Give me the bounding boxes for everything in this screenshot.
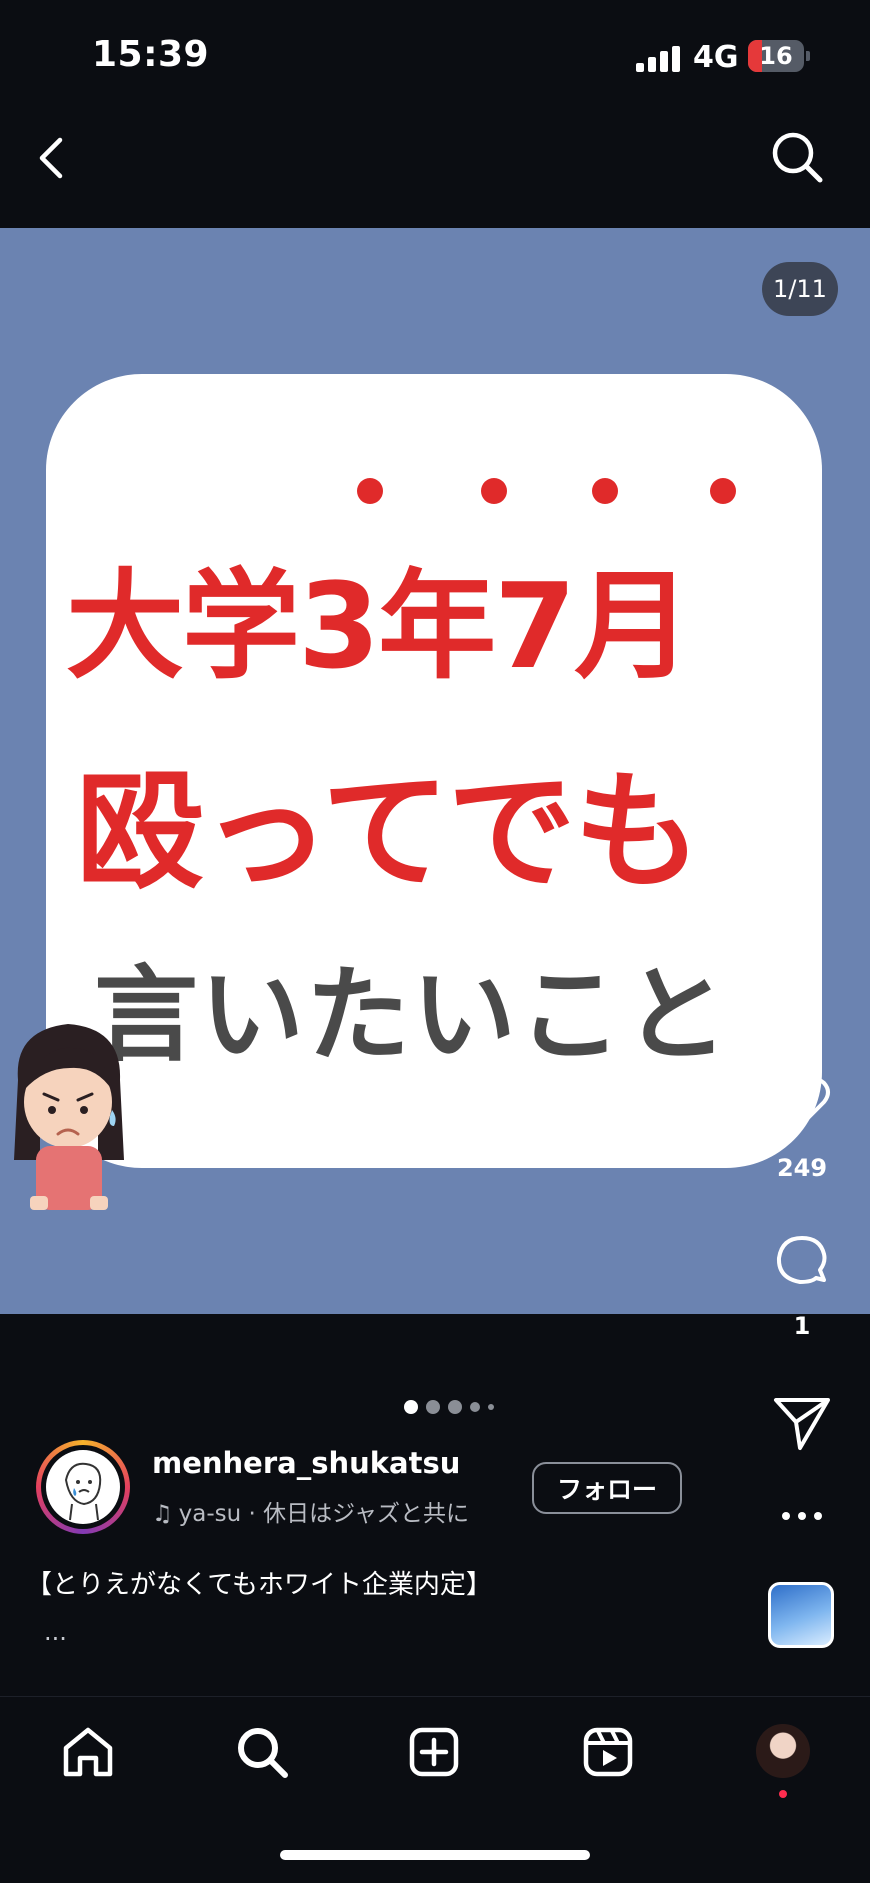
like-count: 249	[776, 1154, 828, 1182]
slide-headline-3: 言いたいこと	[94, 954, 731, 1076]
emphasis-dot	[481, 478, 507, 504]
carousel-dot	[488, 1404, 494, 1410]
heart-icon	[774, 1077, 830, 1126]
comment-icon	[776, 1236, 827, 1284]
face-sketch-icon	[64, 1462, 102, 1521]
search-button[interactable]	[768, 128, 828, 188]
search-icon	[238, 1728, 288, 1778]
carousel-dot	[426, 1400, 440, 1414]
slide-headline-1: 大学3年7月	[66, 557, 692, 695]
home-indicator	[280, 1850, 590, 1860]
caption-more[interactable]: ...	[44, 1618, 67, 1646]
carousel-dot	[448, 1400, 462, 1414]
carousel-dot	[470, 1402, 480, 1412]
share-button[interactable]	[770, 1390, 834, 1454]
battery-level: 16	[759, 42, 793, 70]
reels-icon	[583, 1727, 633, 1777]
like-button[interactable]	[770, 1070, 834, 1134]
nav-profile-avatar[interactable]	[756, 1724, 810, 1778]
network-type: 4G	[693, 40, 739, 75]
author-username[interactable]: menhera_shukatsu	[152, 1446, 460, 1480]
worried-girl-illustration	[14, 1024, 124, 1210]
carousel-dot-active	[404, 1400, 418, 1414]
home-icon	[63, 1727, 113, 1777]
comment-button[interactable]	[770, 1230, 834, 1294]
nav-create[interactable]	[404, 1722, 464, 1782]
back-button[interactable]	[30, 130, 78, 186]
battery-icon: 16	[748, 40, 804, 72]
nav-home[interactable]	[58, 1722, 118, 1782]
music-note-icon: ♫	[152, 1501, 173, 1527]
music-info[interactable]: ♫ ya-su · 休日はジャズと共に	[152, 1494, 469, 1528]
create-icon	[409, 1727, 459, 1777]
chevron-left-icon	[39, 137, 63, 179]
send-icon	[774, 1398, 830, 1450]
carousel-indicator	[404, 1398, 514, 1418]
status-time: 15:39	[92, 34, 210, 75]
reel-thumbnail[interactable]	[768, 1582, 834, 1648]
battery-tip	[806, 51, 810, 61]
follow-button[interactable]: フォロー	[532, 1462, 682, 1514]
more-options-button[interactable]	[770, 1484, 834, 1548]
search-icon	[772, 132, 823, 183]
signal-icon	[636, 46, 680, 72]
ellipsis-icon	[782, 1512, 822, 1520]
emphasis-dot	[592, 478, 618, 504]
comment-count: 1	[793, 1312, 811, 1340]
nav-search[interactable]	[232, 1722, 292, 1782]
slide-counter: 1/11	[762, 262, 838, 316]
emphasis-dot	[710, 478, 736, 504]
post-caption[interactable]: 【とりえがなくてもホワイト企業内定】	[26, 1564, 492, 1601]
author-avatar[interactable]	[36, 1440, 130, 1534]
emphasis-dot	[357, 478, 383, 504]
avatar-illustration	[46, 1450, 120, 1524]
music-track: ya-su · 休日はジャズと共に	[178, 1501, 469, 1527]
notification-dot	[779, 1790, 787, 1798]
nav-reels[interactable]	[578, 1722, 638, 1782]
slide-headline-2: 殴ってでも	[76, 758, 702, 907]
